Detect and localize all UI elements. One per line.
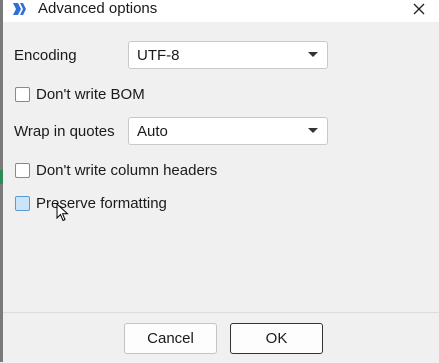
- dont-write-bom-checkbox[interactable]: [15, 87, 30, 102]
- encoding-label: Encoding: [14, 47, 77, 64]
- advanced-options-dialog: Advanced options Encoding UTF-8 Don't wr…: [0, 0, 439, 363]
- chevron-down-icon: [308, 52, 318, 57]
- chevron-down-icon: [308, 128, 318, 133]
- preserve-formatting-option[interactable]: Preserve formatting: [15, 195, 185, 214]
- dont-write-bom-option[interactable]: Don't write BOM: [15, 86, 175, 105]
- dont-write-bom-label: Don't write BOM: [36, 86, 145, 103]
- encoding-value: UTF-8: [137, 47, 180, 64]
- dont-write-column-headers-checkbox[interactable]: [15, 163, 30, 178]
- dont-write-column-headers-label: Don't write column headers: [36, 162, 218, 179]
- dont-write-column-headers-option[interactable]: Don't write column headers: [15, 162, 235, 181]
- app-logo-icon: [12, 2, 28, 16]
- preserve-formatting-checkbox[interactable]: [15, 196, 30, 211]
- dialog-title: Advanced options: [38, 0, 158, 17]
- close-icon: [413, 2, 425, 18]
- mouse-pointer-icon: [56, 202, 70, 223]
- dialog-footer: Cancel OK: [3, 312, 439, 363]
- ok-button[interactable]: OK: [230, 323, 323, 354]
- options-panel: Encoding UTF-8 Don't write BOM Wrap in q…: [3, 22, 439, 312]
- close-button[interactable]: [399, 0, 439, 20]
- wrap-in-quotes-value: Auto: [137, 123, 168, 140]
- cancel-button[interactable]: Cancel: [124, 323, 217, 354]
- wrap-in-quotes-select[interactable]: Auto: [128, 117, 328, 145]
- wrap-in-quotes-label: Wrap in quotes: [14, 123, 115, 140]
- encoding-select[interactable]: UTF-8: [128, 41, 328, 69]
- title-bar: Advanced options: [3, 0, 439, 22]
